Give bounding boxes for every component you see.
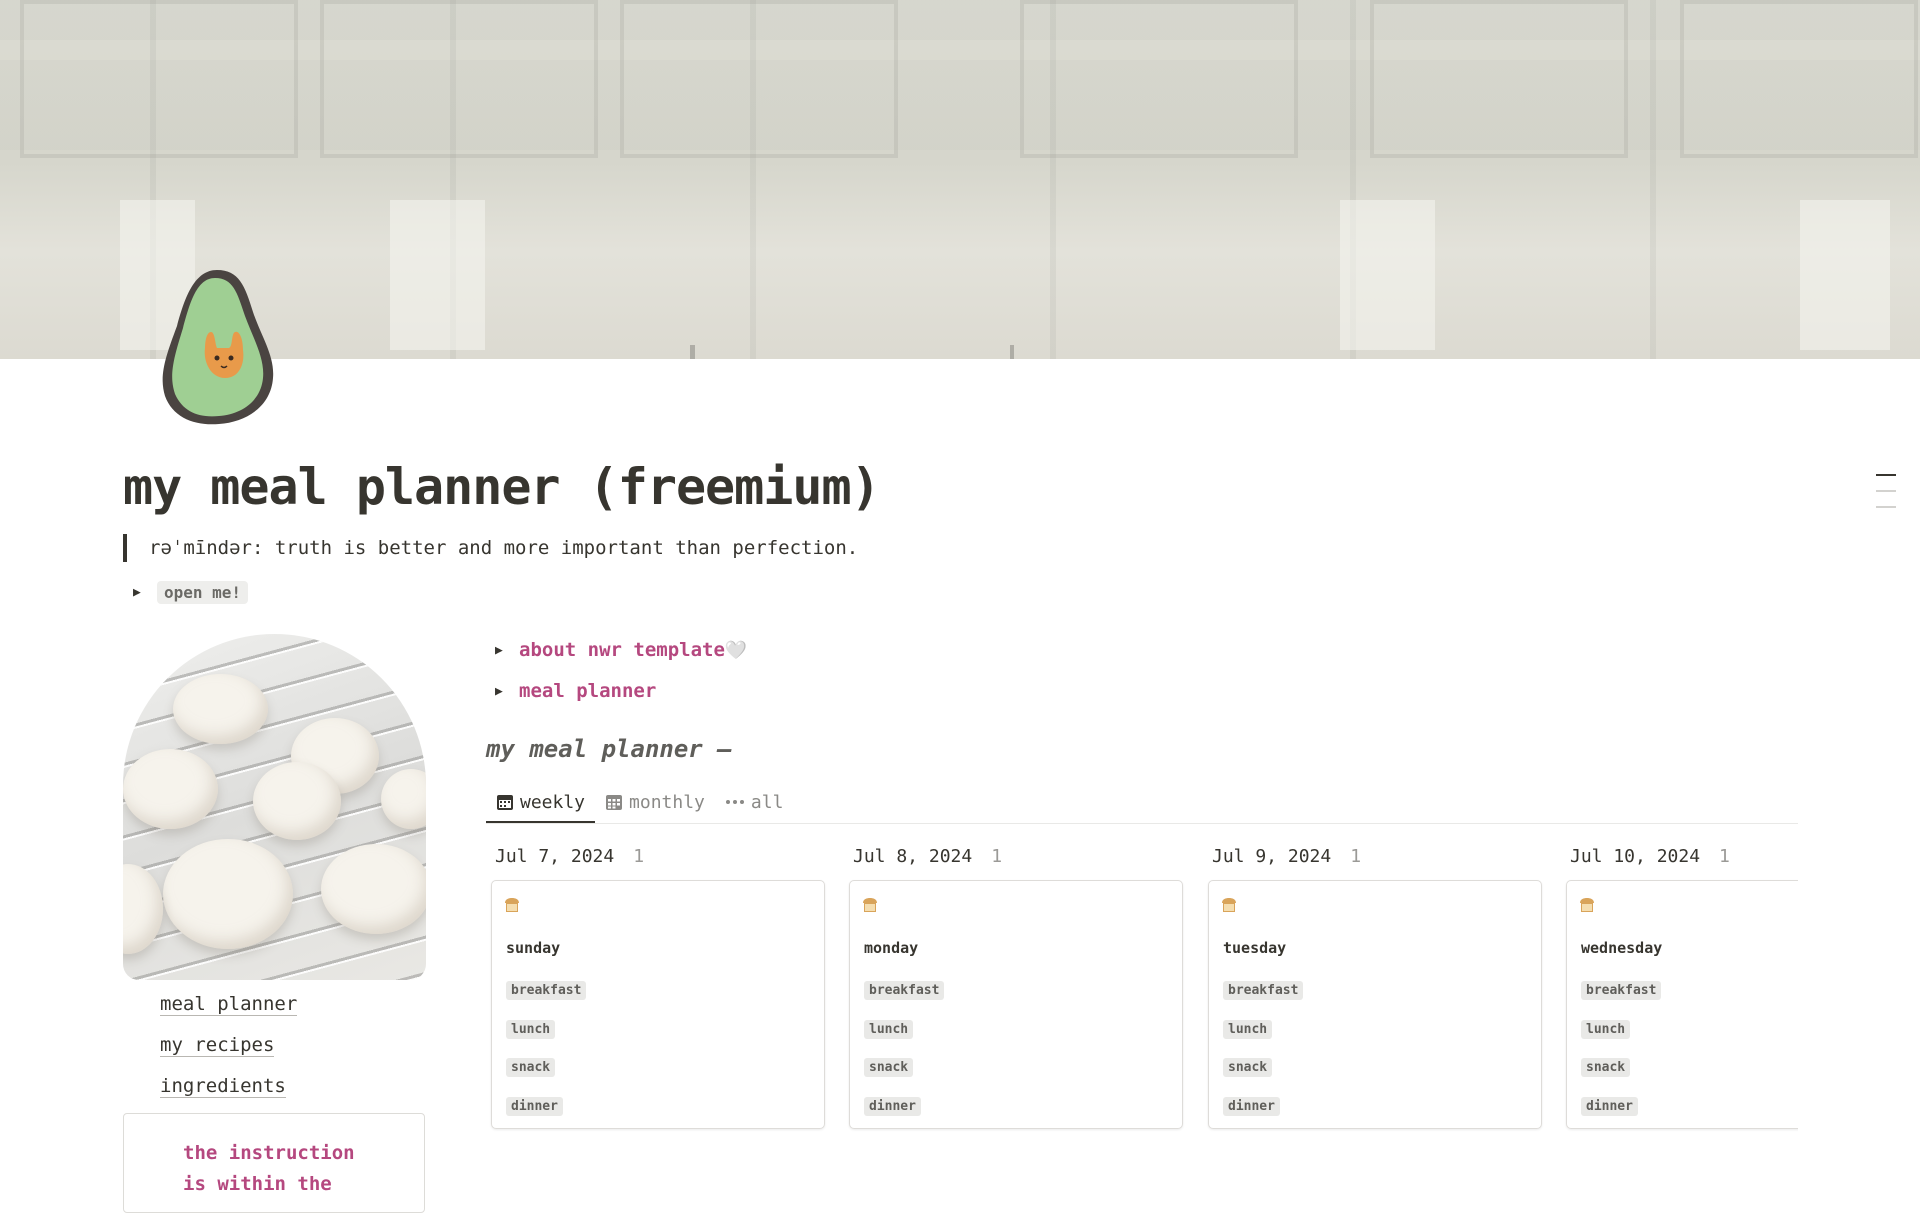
tag-lunch: lunch — [864, 1020, 914, 1039]
view-tabs: weekly monthly all — [486, 783, 1798, 824]
column-header[interactable]: Jul 8, 2024 1 — [844, 840, 1184, 872]
tag-snack: snack — [864, 1058, 914, 1077]
meal-planner-label: meal planner — [519, 680, 657, 702]
meal-card[interactable]: wednesday breakfast lunch snack dinner — [1566, 880, 1798, 1129]
column-header[interactable]: Jul 10, 2024 1 — [1561, 840, 1798, 872]
open-me-toggle[interactable]: ▶ open me! — [133, 581, 249, 604]
tab-weekly[interactable]: weekly — [486, 783, 596, 823]
board-column: Jul 8, 2024 1 monday breakfast lunch sna… — [844, 840, 1184, 1129]
tag-lunch: lunch — [506, 1020, 556, 1039]
grid-calendar-icon — [606, 795, 623, 810]
tab-label: all — [750, 791, 784, 813]
column-date: Jul 8, 2024 — [853, 845, 973, 867]
column-count: 1 — [1350, 845, 1362, 867]
toggle-triangle-icon[interactable]: ▶ — [495, 643, 519, 658]
toggle-triangle-icon[interactable]: ▶ — [495, 684, 519, 699]
column-count: 1 — [633, 845, 645, 867]
column-header[interactable]: Jul 7, 2024 1 — [486, 840, 826, 872]
board-column: Jul 9, 2024 1 tuesday breakfast lunch sn… — [1203, 840, 1543, 1129]
column-count: 1 — [991, 845, 1003, 867]
column-count: 1 — [1719, 845, 1730, 867]
tag-snack: snack — [1581, 1058, 1631, 1077]
instruction-callout: the instruction is within the — [123, 1113, 425, 1213]
database-title[interactable]: my meal planner — — [486, 735, 732, 763]
toc-line[interactable] — [1876, 490, 1896, 492]
sidebar-link-my-recipes[interactable]: my recipes — [160, 1031, 297, 1072]
toggle-triangle-icon[interactable]: ▶ — [133, 585, 157, 600]
weekly-board: Jul 7, 2024 1 sunday breakfast lunch sna… — [486, 840, 1798, 1140]
tag-snack: snack — [506, 1058, 556, 1077]
callout-line: the instruction — [183, 1142, 355, 1164]
tag-lunch: lunch — [1223, 1020, 1273, 1039]
tag-breakfast: breakfast — [506, 981, 587, 1000]
meal-card[interactable]: monday breakfast lunch snack dinner — [849, 880, 1183, 1129]
sidebar-link-meal-planner[interactable]: meal planner — [160, 990, 298, 1031]
cover-image — [0, 0, 1920, 359]
sidebar-link-ingredients[interactable]: ingredients — [160, 1072, 297, 1113]
bread-icon — [505, 898, 519, 912]
about-template-toggle[interactable]: ▶ about nwr template 🤍 — [495, 639, 747, 661]
column-header[interactable]: Jul 9, 2024 1 — [1203, 840, 1543, 872]
card-title: monday — [864, 939, 919, 957]
tag-dinner: dinner — [506, 1097, 563, 1116]
tab-all[interactable]: all — [715, 783, 794, 821]
tag-breakfast: breakfast — [864, 981, 945, 1000]
bread-icon — [1222, 898, 1236, 912]
meringue-photo — [123, 634, 426, 980]
board-column: Jul 10, 2024 1 wednesday breakfast lunch… — [1561, 840, 1798, 1129]
tag-breakfast: breakfast — [1581, 981, 1662, 1000]
page-title[interactable]: my meal planner (freemium) — [123, 458, 881, 516]
toc-line[interactable] — [1876, 506, 1896, 508]
column-date: Jul 7, 2024 — [495, 845, 615, 867]
avocado-icon[interactable] — [155, 266, 279, 428]
tag-dinner: dinner — [864, 1097, 921, 1116]
tag-lunch: lunch — [1581, 1020, 1631, 1039]
tag-breakfast: breakfast — [1223, 981, 1304, 1000]
about-template-label: about nwr template — [519, 639, 725, 661]
open-me-label: open me! — [157, 581, 249, 604]
tab-label: weekly — [520, 791, 586, 813]
card-title: wednesday — [1581, 939, 1663, 957]
column-date: Jul 10, 2024 — [1570, 845, 1701, 867]
sidebar-links: meal planner my recipes ingredients — [160, 990, 298, 1113]
quote-block: rəˈmīndər: truth is better and more impo… — [123, 534, 858, 562]
card-title: sunday — [506, 939, 561, 957]
toc-line[interactable] — [1876, 474, 1896, 476]
bread-icon — [1580, 898, 1594, 912]
tab-monthly[interactable]: monthly — [595, 783, 715, 821]
tag-dinner: dinner — [1581, 1097, 1638, 1116]
bread-icon — [863, 898, 877, 912]
callout-line: is within the — [183, 1173, 332, 1195]
board-column: Jul 7, 2024 1 sunday breakfast lunch sna… — [486, 840, 826, 1129]
white-heart-icon: 🤍 — [724, 639, 748, 661]
tab-label: monthly — [629, 791, 705, 813]
card-title: tuesday — [1223, 939, 1287, 957]
tag-snack: snack — [1223, 1058, 1273, 1077]
meal-planner-toggle[interactable]: ▶ meal planner — [495, 680, 656, 702]
column-date: Jul 9, 2024 — [1212, 845, 1332, 867]
tag-dinner: dinner — [1223, 1097, 1280, 1116]
meal-card[interactable]: sunday breakfast lunch snack dinner — [491, 880, 825, 1129]
table-of-contents-indicator[interactable] — [1876, 474, 1896, 522]
calendar-icon — [497, 795, 513, 810]
more-dots-icon — [725, 800, 744, 804]
meal-card[interactable]: tuesday breakfast lunch snack dinner — [1208, 880, 1542, 1129]
